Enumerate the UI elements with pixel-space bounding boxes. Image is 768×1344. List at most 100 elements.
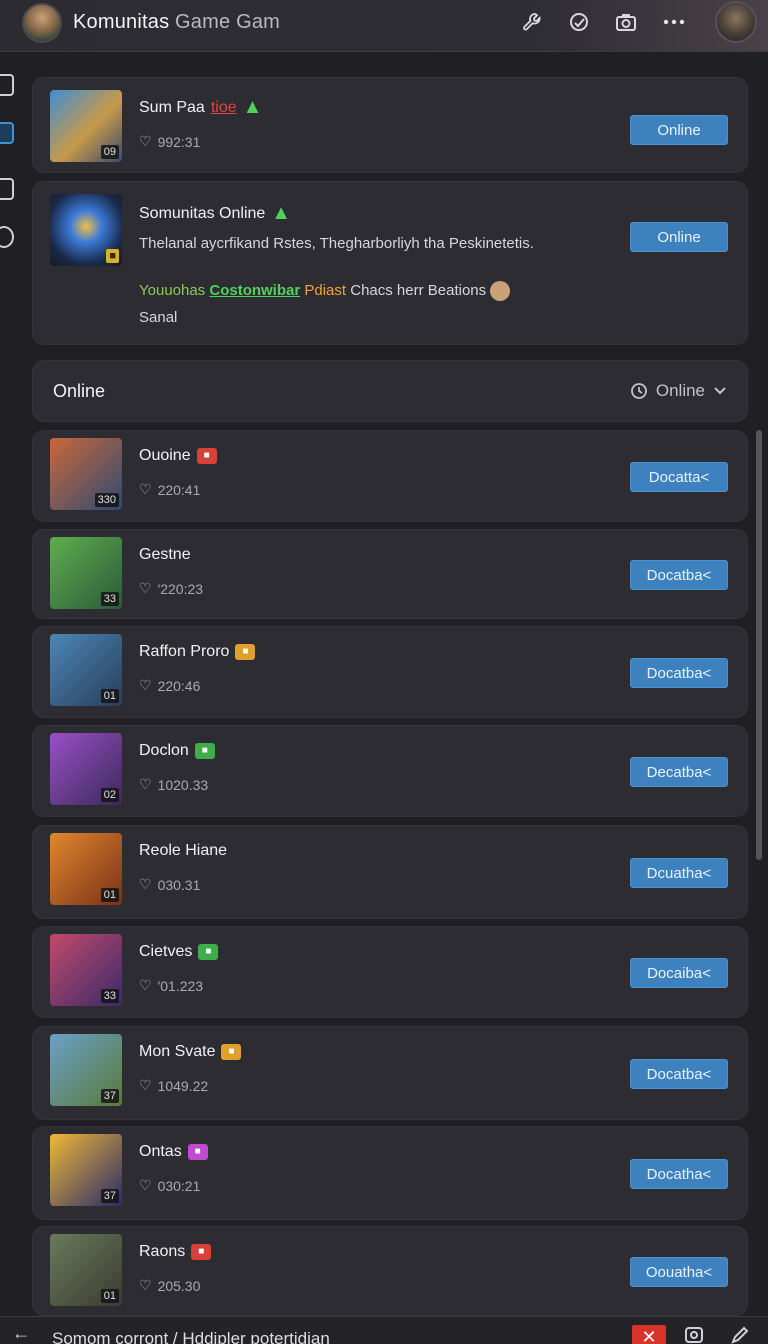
featured-card[interactable]: ■ Somunitas Online ▲ Thelanal aycrfikand… [32, 181, 748, 345]
edit-icon[interactable] [730, 1325, 752, 1344]
list-item[interactable]: 33 Cietves ■ ♡ '01.223 Docaiba< [32, 926, 748, 1018]
list-item[interactable]: 02 Doclon ■ ♡ 1020.33 Decatba< [32, 725, 748, 817]
tag[interactable]: Costonwibar [209, 282, 300, 299]
item-meta: ♡ 030.31 [139, 876, 200, 893]
game-thumbnail: 02 [50, 733, 122, 805]
thumb-number: 33 [100, 989, 119, 1003]
action-button[interactable]: Docatba< [630, 1059, 728, 1089]
online-button[interactable]: Online [630, 115, 728, 145]
status-badge-icon: ■ [187, 1144, 208, 1160]
tag[interactable]: Chacs herr Beations [350, 282, 486, 299]
item-meta: ♡ 1049.22 [139, 1077, 208, 1094]
list-item[interactable]: 01 Reole Hiane ♡ 030.31 Dcuatha< [32, 825, 748, 919]
item-meta-text: 220:46 [157, 677, 201, 694]
wrench-icon[interactable] [520, 10, 544, 34]
thumb-number: 37 [100, 1189, 119, 1203]
list-item[interactable]: 37 Ontas ■ ♡ 030:21 Docatha< [32, 1126, 748, 1220]
camera-icon[interactable] [614, 10, 638, 34]
emoji-icon [490, 281, 511, 301]
item-name: Doclon ■ [139, 742, 215, 760]
title-main: Komunitas [73, 11, 170, 33]
list-item[interactable]: 330 Ouoine ■ ♡ 220:41 Docatta< [32, 430, 748, 522]
rail-games-icon[interactable] [0, 122, 14, 144]
settings-icon[interactable] [684, 1325, 706, 1344]
action-button[interactable]: Docatba< [630, 560, 728, 590]
status-filter-dropdown[interactable]: Online [630, 381, 727, 401]
refresh-icon[interactable] [567, 10, 591, 34]
clock-icon [630, 383, 647, 399]
status-badge-icon: ■ [194, 743, 215, 759]
game-thumbnail: 330 [50, 438, 122, 510]
item-meta-text: 030.31 [157, 876, 201, 893]
item-name: Gestne [139, 546, 191, 564]
game-thumbnail: 33 [50, 537, 122, 609]
list-item[interactable]: 33 Gestne ♡ '220:23 Docatba< [32, 529, 748, 619]
status-badge-icon: ■ [191, 1244, 212, 1260]
action-button[interactable]: Docatba< [630, 658, 728, 688]
item-name-text: Ontas [139, 1143, 182, 1160]
filter-label: Online [655, 381, 705, 400]
action-button[interactable]: Docatha< [630, 1159, 728, 1189]
item-meta-text: 030:21 [157, 1177, 201, 1194]
item-meta-text: 205.30 [157, 1277, 201, 1294]
action-button[interactable]: Decatba< [630, 757, 728, 787]
heart-icon: ♡ [139, 1077, 152, 1093]
item-name: Cietves ■ [139, 943, 219, 961]
heart-icon: ♡ [139, 677, 152, 693]
list-item[interactable]: 01 Raons ■ ♡ 205.30 Oouatha< [32, 1226, 748, 1316]
thumb-number: 09 [100, 145, 119, 159]
item-meta-text: '01.223 [157, 977, 204, 994]
item-meta: ♡ 205.30 [139, 1277, 200, 1294]
item-meta: ♡ 220:46 [139, 677, 200, 694]
status-badge-icon: ■ [235, 644, 256, 660]
breadcrumb: Somom corront / Hddipler potertidian [52, 1329, 330, 1344]
item-meta-text: 1049.22 [157, 1077, 209, 1094]
item-name-text: Cietves [139, 943, 193, 960]
list-item[interactable]: 37 Mon Svate ■ ♡ 1049.22 Docatba< [32, 1026, 748, 1120]
game-thumbnail: 37 [50, 1034, 122, 1106]
thumb-badge: ■ [106, 249, 119, 263]
close-icon[interactable]: ✕ [632, 1325, 666, 1344]
action-button[interactable]: Docatta< [630, 462, 728, 492]
item-meta-text: 1020.33 [157, 776, 209, 793]
thumb-number: 330 [94, 493, 119, 507]
heart-icon: ♡ [139, 1177, 152, 1193]
scrollbar[interactable] [756, 430, 762, 860]
triangle-badge-icon: ▲ [242, 96, 263, 118]
item-tag: tioe [210, 98, 237, 116]
item-name-text: Reole Hiane [139, 842, 228, 859]
page-title: Komunitas Game Gam [73, 11, 280, 34]
item-meta-text: 992:31 [157, 133, 201, 150]
item-meta: ♡ 030:21 [139, 1177, 200, 1194]
title-rest: Game Gam [169, 11, 281, 33]
triangle-badge-icon: ▲ [271, 202, 292, 224]
user-avatar[interactable] [715, 1, 757, 43]
list-item[interactable]: 01 Raffon Proro ■ ♡ 220:46 Docatba< [32, 626, 748, 718]
online-button[interactable]: Online [630, 222, 728, 252]
item-name-text: Raffon Proro [139, 643, 230, 660]
heart-icon: ♡ [139, 977, 152, 993]
section-title: Online [53, 381, 106, 401]
action-button[interactable]: Dcuatha< [630, 858, 728, 888]
action-button[interactable]: Oouatha< [630, 1257, 728, 1287]
item-tags: Youuohas Costonwibar Pdiast Chacs herr B… [139, 281, 511, 301]
rail-document-icon[interactable] [0, 74, 14, 96]
thumb-number: 02 [100, 788, 119, 802]
rail-check-icon[interactable] [0, 226, 14, 248]
item-meta-text: 220:41 [157, 481, 201, 498]
game-thumbnail: 01 [50, 833, 122, 905]
game-thumbnail: 01 [50, 634, 122, 706]
tag[interactable]: Youuohas [139, 282, 205, 299]
back-arrow-icon[interactable]: ← [12, 1323, 30, 1344]
action-button[interactable]: Docaiba< [630, 958, 728, 988]
more-options-icon[interactable] [662, 10, 686, 34]
featured-card[interactable]: 09 Sum Paa tioe ▲ ♡ 992:31 Online [32, 77, 748, 173]
heart-icon: ♡ [139, 776, 152, 792]
rail-calendar-icon[interactable] [0, 178, 14, 200]
tag[interactable]: Pdiast [304, 282, 346, 299]
game-thumbnail: ■ [50, 194, 122, 266]
community-avatar[interactable] [22, 3, 62, 43]
thumb-number: 37 [100, 1089, 119, 1103]
left-rail [0, 60, 22, 300]
item-name: Ouoine ■ [139, 447, 217, 465]
